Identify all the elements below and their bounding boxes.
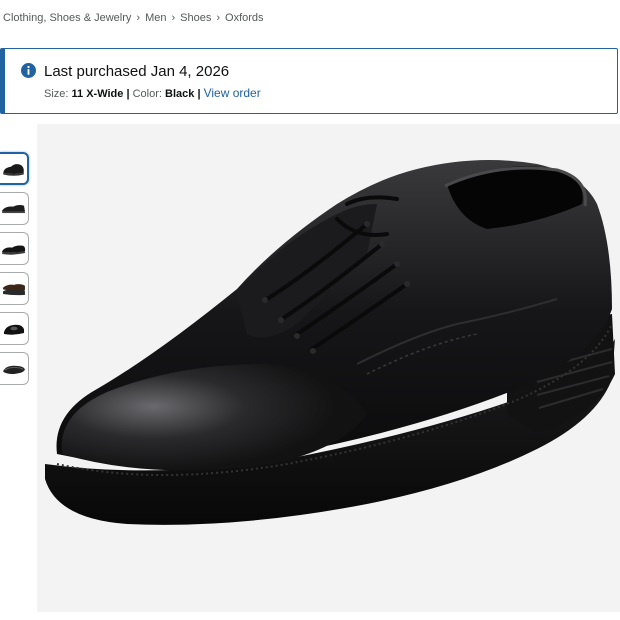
shoe-sole-thumbnail-icon: [3, 365, 25, 374]
color-value: Black: [165, 88, 195, 100]
breadcrumb: Clothing, Shoes & Jewelry › Men › Shoes …: [3, 12, 264, 24]
shoe-side-thumbnail-icon: [3, 164, 24, 176]
shoe-brown-thumbnail-icon: [3, 284, 25, 296]
breadcrumb-oxfords[interactable]: Oxfords: [225, 12, 264, 24]
breadcrumb-separator: ›: [216, 12, 221, 24]
last-purchased-title: Last purchased Jan 4, 2026: [44, 63, 230, 80]
shoe-angle-thumbnail-icon: [2, 245, 26, 255]
last-purchased-alert: Last purchased Jan 4, 2026 Size: 11 X-Wi…: [0, 48, 618, 114]
breadcrumb-separator: ›: [136, 12, 141, 24]
thumbnail-3[interactable]: [0, 232, 29, 265]
thumbnail-5[interactable]: [0, 312, 29, 345]
thumbnail-1[interactable]: [0, 152, 29, 185]
breadcrumb-separator: ›: [171, 12, 176, 24]
breadcrumb-shoes[interactable]: Shoes: [180, 12, 211, 24]
shoe-profile-thumbnail-icon: [2, 205, 25, 214]
size-label: Size:: [44, 88, 69, 100]
view-order-link[interactable]: View order: [204, 86, 261, 100]
thumbnail-2[interactable]: [0, 192, 29, 225]
thumbnail-4[interactable]: [0, 272, 29, 305]
size-value: 11 X-Wide: [71, 88, 124, 100]
breadcrumb-clothing-shoes-jewelry[interactable]: Clothing, Shoes & Jewelry: [3, 12, 131, 24]
black-oxford-shoe-image: [45, 160, 615, 525]
color-label: Color:: [132, 88, 162, 100]
breadcrumb-men[interactable]: Men: [145, 12, 166, 24]
thumbnail-6[interactable]: [0, 352, 29, 385]
product-main-image[interactable]: [37, 124, 620, 612]
detail-divider: |: [126, 88, 130, 100]
info-icon: [21, 63, 36, 78]
shoe-front-thumbnail-icon: [3, 324, 25, 335]
purchase-details: Size: 11 X-Wide | Color: Black | View or…: [44, 86, 261, 100]
detail-divider: |: [197, 88, 201, 100]
